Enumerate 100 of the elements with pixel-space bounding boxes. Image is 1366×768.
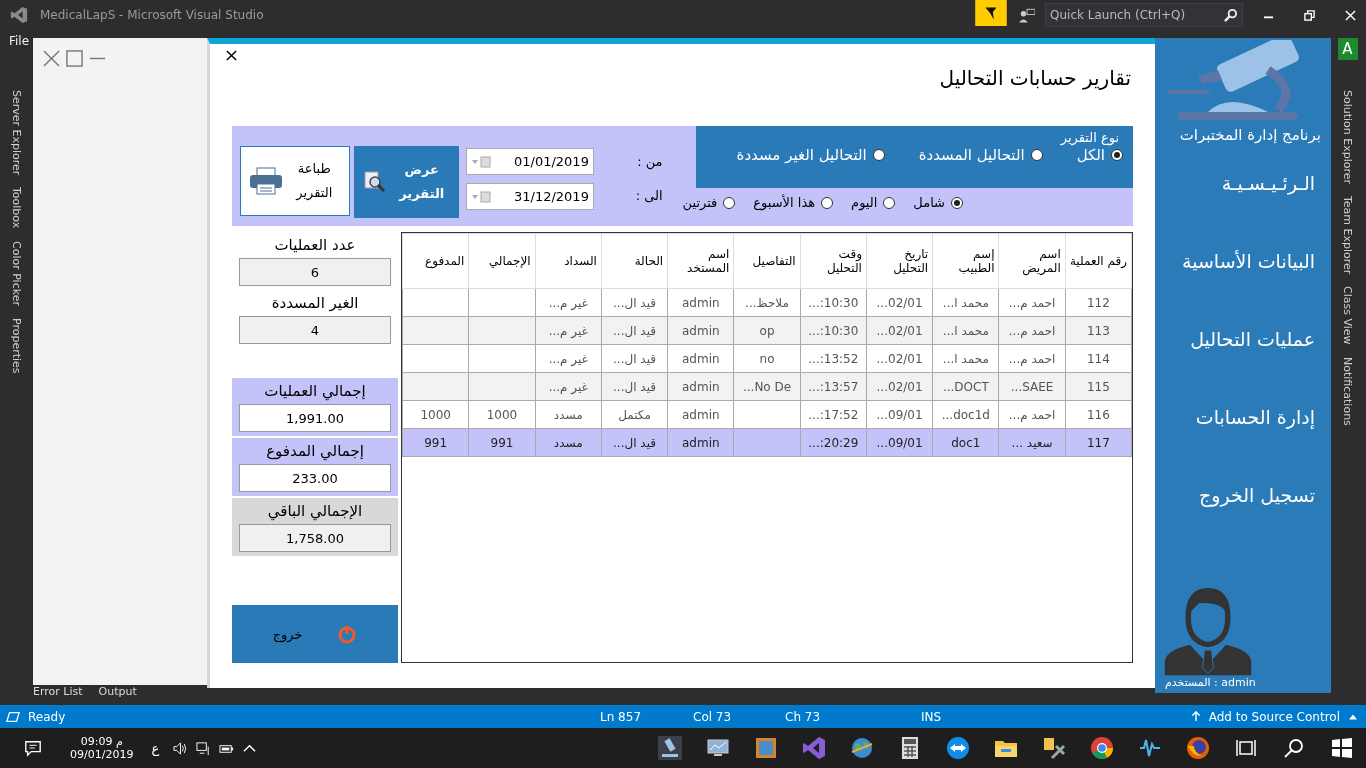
table-cell: 115: [1086, 379, 1110, 394]
table-cell: قيد ال...: [613, 323, 656, 338]
tools-app-icon[interactable]: [1042, 736, 1066, 760]
side-tab[interactable]: Notifications: [1341, 357, 1354, 426]
side-tab[interactable]: Color Picker: [10, 240, 23, 306]
maximize-icon[interactable]: [66, 50, 83, 67]
column-header[interactable]: تاريخ التحليل: [866, 233, 933, 289]
column-header[interactable]: الإجمالي: [468, 233, 536, 289]
nav-item[interactable]: الـرئـيـسـيـة: [1221, 144, 1315, 222]
column-header[interactable]: اسم المستخد: [667, 233, 734, 289]
table-cell: محمد ا...: [942, 323, 989, 338]
notification-icon[interactable]: [24, 739, 42, 757]
radio-option[interactable]: الكل: [1076, 146, 1123, 164]
search-icon[interactable]: [1224, 8, 1237, 22]
table-cell: 02/01...: [876, 295, 923, 310]
radio-option[interactable]: التحاليل الغير مسددة: [736, 146, 885, 164]
table-cell: 113: [1086, 323, 1110, 338]
column-header[interactable]: إسم الطبيب: [932, 233, 999, 289]
nav-item[interactable]: إدارة الحسابات: [1195, 378, 1315, 456]
table-cell: غير م...: [548, 379, 588, 394]
status-icon: [6, 710, 20, 723]
exit-button[interactable]: خروج: [232, 605, 398, 663]
windows-logo-icon[interactable]: [1330, 736, 1354, 760]
image-app-icon[interactable]: [754, 736, 778, 760]
menu-item[interactable]: File: [9, 34, 30, 48]
table-cell: احمد م...: [1008, 407, 1056, 422]
table-cell: احمد م...: [1008, 351, 1056, 366]
table-cell: admin: [681, 323, 720, 338]
column-header[interactable]: التفاصيل: [733, 233, 801, 289]
app-title: برنامج إدارة المختبرات: [1179, 126, 1321, 144]
visual-studio-icon[interactable]: [802, 736, 826, 760]
calendar-icon: [470, 155, 491, 168]
radio-option[interactable]: هذا الأسبوع: [753, 195, 834, 210]
from-label: من :: [636, 154, 663, 169]
table-cell: 10:30:...: [808, 295, 859, 310]
nav-item[interactable]: البيانات الأساسية: [1182, 222, 1315, 300]
account-badge[interactable]: A: [1337, 38, 1358, 60]
side-tab[interactable]: Properties: [10, 317, 23, 374]
print-report-button[interactable]: طباعة التقرير: [240, 146, 351, 216]
summary-value: 233.00: [239, 464, 391, 492]
column-header[interactable]: السداد: [535, 233, 602, 289]
globe-app-icon[interactable]: [850, 736, 874, 760]
radio-option[interactable]: شامل: [913, 195, 963, 210]
column-header[interactable]: رقم العملية: [1065, 233, 1132, 289]
summary-label: عدد العمليات: [274, 236, 356, 254]
table-cell: قيد ال...: [613, 379, 656, 394]
side-tab[interactable]: Team Explorer: [1341, 196, 1354, 275]
table-cell: DOCT...: [942, 379, 989, 394]
table-cell: SAEE...: [1010, 379, 1054, 394]
summary-value: 4: [239, 316, 391, 344]
firefox-icon[interactable]: [1186, 736, 1210, 760]
table-cell: 20:29:...: [808, 435, 859, 450]
chrome-icon[interactable]: [1090, 736, 1114, 760]
table-cell: ملاحظ...: [745, 295, 789, 310]
date-picker[interactable]: 31/12/2019: [465, 183, 594, 210]
column-header[interactable]: الحالة: [601, 233, 668, 289]
table-cell: admin: [681, 351, 720, 366]
remote-app-icon[interactable]: [946, 736, 970, 760]
nav-item[interactable]: تسجيل الخروج: [1199, 456, 1315, 534]
table-cell: 17:52:...: [808, 407, 859, 422]
source-control-button[interactable]: Add to Source Control: [1208, 709, 1340, 724]
radio-option[interactable]: فترتين: [682, 195, 736, 210]
radio-option[interactable]: التحاليل المسددة: [918, 146, 1043, 164]
network-icon[interactable]: [196, 740, 212, 756]
table-cell: غير م...: [548, 323, 588, 338]
date-picker[interactable]: 01/01/2019: [465, 148, 594, 175]
language-indicator[interactable]: ع: [151, 740, 160, 756]
printer-icon: [249, 167, 284, 195]
table-cell: احمد م...: [1008, 295, 1056, 310]
table-cell: No De...: [742, 379, 792, 394]
side-tab[interactable]: Server Explorer: [10, 90, 23, 176]
radio-option[interactable]: اليوم: [851, 195, 896, 210]
clock-date[interactable]: 09/01/2019: [70, 748, 134, 761]
table-cell: 991: [490, 435, 514, 450]
summary-value: 6: [239, 258, 391, 286]
side-tab[interactable]: Solution Explorer: [1341, 90, 1354, 185]
quick-launch-field[interactable]: Quick Launch (Ctrl+Q): [1045, 3, 1243, 27]
restore-icon[interactable]: [1304, 9, 1315, 21]
filter-icon[interactable]: [975, 0, 1007, 26]
group-legend: نوع التقرير: [1060, 130, 1119, 145]
clock-time[interactable]: 09:09 م: [80, 735, 123, 748]
table-cell: مكتمل: [618, 407, 651, 422]
feedback-icon[interactable]: [1019, 7, 1035, 23]
column-header[interactable]: اسم المريض: [998, 233, 1066, 289]
column-header[interactable]: وقت التحليل: [800, 233, 867, 289]
bottom-tab[interactable]: Error List: [33, 685, 83, 698]
window-title: MedicalLapS - Microsoft Visual Studio: [40, 8, 264, 22]
bottom-tab[interactable]: Output: [98, 685, 137, 698]
table-cell: op: [759, 323, 775, 338]
side-tab[interactable]: Class View: [1341, 286, 1354, 346]
table-cell: سعيد ...: [1011, 435, 1053, 450]
show-report-button[interactable]: عرض التقرير: [354, 146, 459, 218]
close-icon[interactable]: [226, 50, 237, 61]
search-icon[interactable]: [1282, 736, 1306, 760]
calendar-icon: [470, 190, 491, 203]
column-header[interactable]: المدفوع: [402, 233, 469, 289]
side-tab[interactable]: Toolbox: [10, 187, 23, 229]
table-cell: admin: [681, 379, 720, 394]
nav-item[interactable]: عمليات التحاليل: [1190, 300, 1315, 378]
volume-icon[interactable]: [173, 740, 189, 756]
